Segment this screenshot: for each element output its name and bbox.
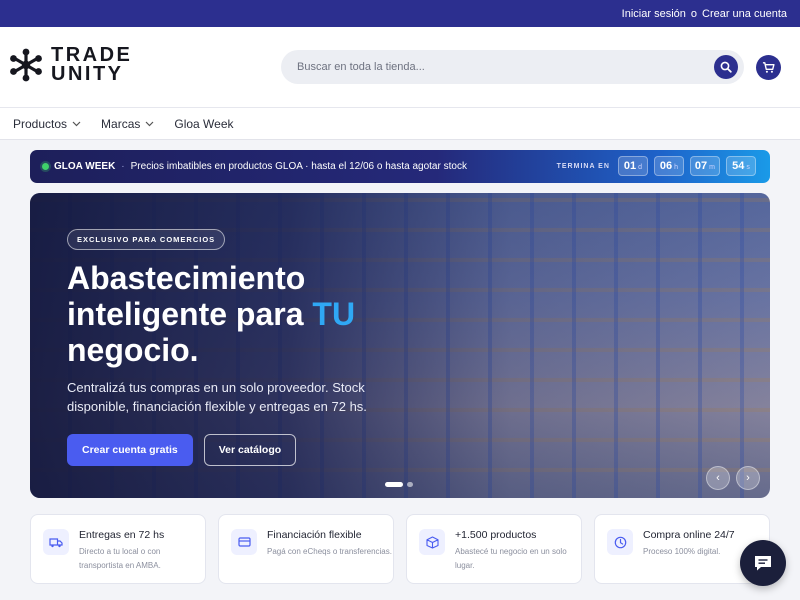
features-row: Entregas en 72 hs Directo a tu local o c… [30,514,770,584]
feature-title: Financiación flexible [267,529,362,541]
hero-badge: EXCLUSIVO PARA COMERCIOS [67,229,226,250]
brand-logo[interactable]: TRADE UNITY [9,44,134,86]
hero-title-line-2: inteligente para TU [67,296,467,332]
promo-banner[interactable]: GLOA WEEK · Precios imbatibles en produc… [30,150,770,183]
view-catalog-button[interactable]: Ver catálogo [203,434,297,466]
site-header: TRADE UNITY Buscar en toda la tienda... [0,27,800,108]
search-button[interactable] [714,55,738,79]
nav-item-label: Productos [13,116,68,131]
countdown-unit: s [746,164,750,171]
hero-banner: EXCLUSIVO PARA COMERCIOS Abastecimiento … [30,193,770,498]
hero-actions: Crear cuenta gratis Ver catálogo [67,434,467,466]
hero-content: EXCLUSIVO PARA COMERCIOS Abastecimiento … [67,229,467,466]
nav-item-productos[interactable]: Productos [13,117,81,131]
carousel-prev-button[interactable]: ‹ [706,466,730,490]
nav-item-label: Marcas [101,116,141,131]
truck-icon [43,529,69,555]
countdown-minutes: 07 m [689,156,720,176]
account-links: Iniciar sesión o Crear una cuenta [622,0,787,27]
feature-card-delivery: Entregas en 72 hs Directo a tu local o c… [30,514,206,584]
main-nav: Productos Marcas Gloa Week [0,108,800,140]
carousel-next-button[interactable]: › [736,466,760,490]
promo-text: Precios imbatibles en productos GLOA · h… [130,161,467,172]
create-account-button[interactable]: Crear cuenta gratis [67,434,193,466]
countdown-hours: 06 h [653,156,684,176]
chat-icon [755,556,771,571]
brand-name: TRADE UNITY [51,45,132,85]
countdown-value: 01 [623,160,637,172]
box-icon [419,529,445,555]
chevron-left-icon: ‹ [716,472,720,484]
register-link[interactable]: Crear una cuenta [702,8,787,20]
login-or-text: o [690,7,697,20]
carousel-dot[interactable] [407,482,413,487]
login-link[interactable]: Iniciar sesión [622,8,686,20]
hero-title-line-2-text: inteligente para [67,296,304,332]
nav-item-marcas[interactable]: Marcas [101,117,154,131]
countdown-value: 07 [694,160,708,172]
chevron-down-icon [145,121,154,126]
chat-button[interactable] [740,540,786,586]
carousel-dots [385,482,413,487]
feature-card-financing: Financiación flexible Pagá con eCheqs o … [218,514,394,584]
chevron-right-icon: › [746,472,750,484]
promo-separator: · [121,161,125,172]
countdown-days: 01 d [617,156,648,176]
search-bar[interactable]: Buscar en toda la tienda... [281,50,744,84]
search-icon [720,61,732,73]
top-utility-bar: Iniciar sesión o Crear una cuenta [0,0,800,27]
countdown-unit: m [709,164,715,171]
countdown-seconds: 54 s [726,156,756,176]
feature-desc: Directo a tu local o con transportista e… [79,547,161,570]
countdown-timer: TERMINA EN 01 d 06 h 07 m 54 s [557,156,756,176]
nav-item-gloa-week[interactable]: Gloa Week [174,117,233,131]
promo-tag: GLOA WEEK [54,161,116,172]
carousel-dot-active[interactable] [385,482,403,487]
feature-title: +1.500 productos [455,529,537,541]
feature-desc: Abastecé tu negocio en un solo lugar. [455,547,567,570]
countdown-unit: d [638,164,642,171]
chevron-down-icon [72,121,81,126]
feature-desc: Pagá con eCheqs o transferencias. [267,547,392,556]
countdown-unit: h [674,164,678,171]
nav-item-label: Gloa Week [174,116,234,131]
logo-mark-icon [10,48,42,82]
hero-title-line-1: Abastecimiento [67,260,306,296]
live-indicator-dot [42,163,49,170]
brand-line-2: UNITY [51,63,124,85]
cart-button[interactable] [756,55,781,80]
credit-card-icon [231,529,257,555]
feature-title: Compra online 24/7 [643,529,735,541]
cart-icon [762,62,775,73]
search-input[interactable]: Buscar en toda la tienda... [297,61,425,73]
hero-title-accent: TU [312,296,356,332]
countdown-label: TERMINA EN [556,162,610,170]
feature-card-products: +1.500 productos Abastecé tu negocio en … [406,514,582,584]
feature-title: Entregas en 72 hs [79,529,165,541]
hero-title: Abastecimiento inteligente para TU negoc… [67,260,467,368]
hero-subtitle: Centralizá tus compras en un solo provee… [67,380,367,414]
clock-icon [607,529,633,555]
countdown-value: 54 [732,160,745,172]
countdown-value: 06 [659,160,673,172]
hero-title-line-3: negocio. [67,332,199,368]
